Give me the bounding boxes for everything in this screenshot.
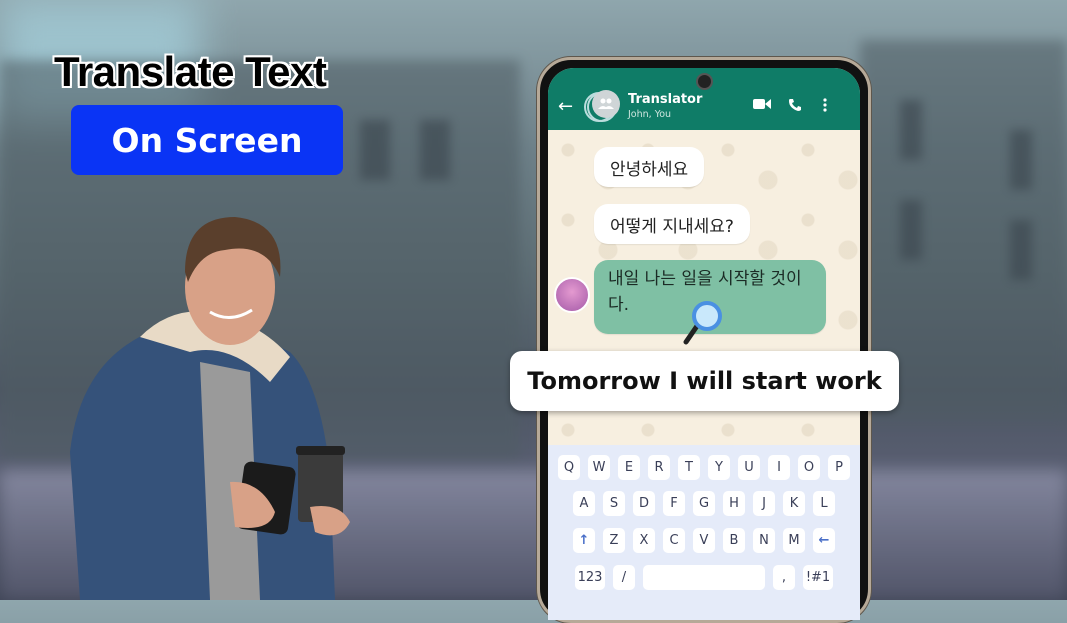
message-bubble[interactable]: 안녕하세요	[594, 147, 705, 187]
key-e[interactable]: E	[618, 455, 640, 480]
key-l[interactable]: L	[813, 491, 835, 516]
badge-label: On Screen	[111, 120, 303, 160]
key-i[interactable]: I	[768, 455, 790, 480]
chat-title[interactable]: Translator	[628, 92, 702, 107]
window	[420, 120, 450, 180]
slash-key[interactable]: /	[613, 565, 635, 590]
keyboard-row-2: A S D F G H J K L	[548, 491, 860, 516]
key-z[interactable]: Z	[603, 528, 625, 553]
numbers-key[interactable]: 123	[575, 565, 605, 590]
group-avatar[interactable]	[584, 90, 620, 122]
window	[900, 100, 922, 160]
window	[900, 200, 922, 260]
key-d[interactable]: D	[633, 491, 655, 516]
man-holding-phone-illustration	[70, 217, 350, 600]
key-y[interactable]: Y	[708, 455, 730, 480]
headline: Translate Text	[54, 48, 327, 95]
space-bar[interactable]	[643, 565, 765, 590]
phone-icon[interactable]	[788, 98, 802, 116]
group-people-icon	[592, 90, 620, 118]
key-h[interactable]: H	[723, 491, 745, 516]
front-camera	[696, 73, 713, 90]
translation-result-card: Tomorrow I will start work	[510, 351, 899, 411]
key-r[interactable]: R	[648, 455, 670, 480]
window	[1010, 130, 1032, 190]
key-w[interactable]: W	[588, 455, 610, 480]
shift-arrow-up-icon[interactable]: ↑	[573, 528, 595, 553]
keyboard-row-4: 123 / , !#1	[548, 565, 860, 590]
keyboard-row-1: Q W E R T Y U I O P	[548, 455, 860, 480]
more-vert-icon[interactable]	[823, 98, 827, 116]
chat-members: John, You	[628, 109, 672, 120]
key-f[interactable]: F	[663, 491, 685, 516]
key-c[interactable]: C	[663, 528, 685, 553]
phone-screen: ← Translator John, You 안녕하세요 어떻게 지내세요? 내…	[548, 68, 860, 620]
key-b[interactable]: B	[723, 528, 745, 553]
key-q[interactable]: Q	[558, 455, 580, 480]
magnifier-icon	[683, 301, 722, 345]
window	[360, 120, 390, 180]
key-v[interactable]: V	[693, 528, 715, 553]
keyboard-row-3: ↑ Z X C V B N M ←	[548, 528, 860, 553]
window	[1010, 220, 1032, 280]
translation-text: Tomorrow I will start work	[527, 367, 882, 395]
backspace-arrow-left-icon[interactable]: ←	[813, 528, 835, 553]
key-x[interactable]: X	[633, 528, 655, 553]
key-o[interactable]: O	[798, 455, 820, 480]
on-screen-keyboard: Q W E R T Y U I O P A S D F G H J K L ↑ …	[548, 445, 860, 620]
arrow-left-icon[interactable]: ←	[558, 96, 573, 117]
key-p[interactable]: P	[828, 455, 850, 480]
key-k[interactable]: K	[783, 491, 805, 516]
sender-avatar[interactable]	[554, 277, 590, 313]
phone-mockup: ← Translator John, You 안녕하세요 어떻게 지내세요? 내…	[537, 57, 871, 623]
message-bubble[interactable]: 어떻게 지내세요?	[594, 204, 750, 244]
key-n[interactable]: N	[753, 528, 775, 553]
on-screen-badge: On Screen	[71, 105, 343, 175]
key-g[interactable]: G	[693, 491, 715, 516]
key-u[interactable]: U	[738, 455, 760, 480]
key-m[interactable]: M	[783, 528, 805, 553]
video-call-icon[interactable]	[753, 98, 771, 114]
key-j[interactable]: J	[753, 491, 775, 516]
key-a[interactable]: A	[573, 491, 595, 516]
comma-key[interactable]: ,	[773, 565, 795, 590]
key-s[interactable]: S	[603, 491, 625, 516]
key-t[interactable]: T	[678, 455, 700, 480]
symbols-key[interactable]: !#1	[803, 565, 833, 590]
